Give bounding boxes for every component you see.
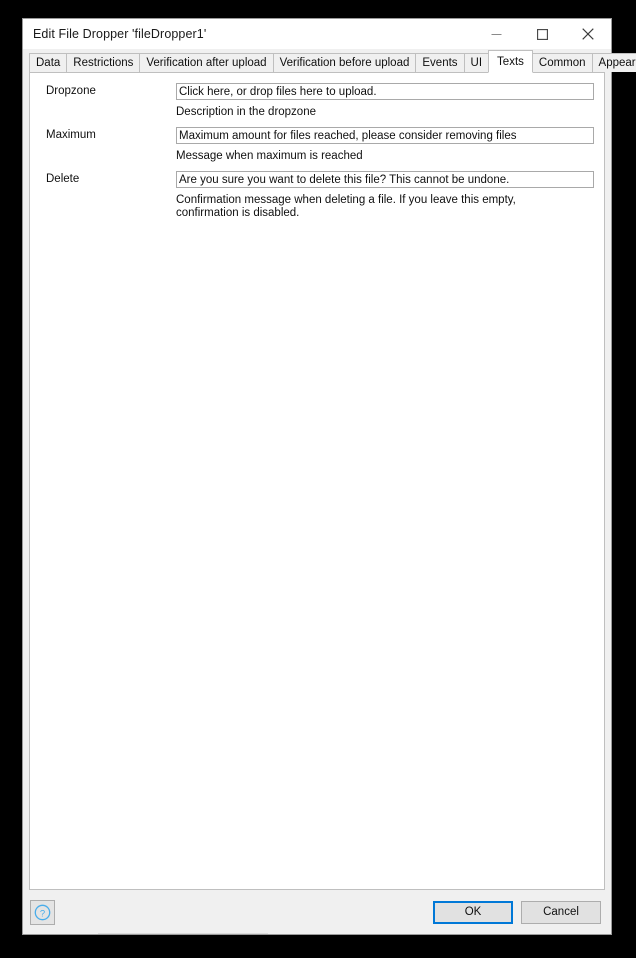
form-row: Maximum Message when maximum is reached: [30, 127, 604, 163]
field-label-delete: Delete: [46, 173, 80, 185]
minimize-icon: [491, 33, 501, 35]
tab-texts[interactable]: Texts: [488, 50, 533, 73]
tab-verification-after-upload[interactable]: Verification after upload: [139, 53, 274, 72]
texts-form: Dropzone Description in the dropzone Maxim…: [30, 73, 604, 220]
field-group: Description in the dropzone: [176, 83, 604, 119]
dialog-footer: ? OK Cancel: [23, 890, 611, 934]
tab-appearance[interactable]: Appearance: [591, 53, 636, 72]
delete-text-input[interactable]: [176, 171, 594, 188]
edit-file-dropper-window: Edit File Dropper 'fileDropper1' Data Re…: [22, 18, 636, 935]
maximize-button[interactable]: [519, 19, 565, 49]
footer-buttons: OK Cancel: [433, 900, 601, 924]
cancel-button[interactable]: Cancel: [521, 900, 601, 924]
form-row: Dropzone Description in the dropzone: [30, 83, 604, 119]
tab-data[interactable]: Data: [29, 53, 68, 72]
field-hint: Message when maximum is reached: [176, 150, 363, 162]
title-bar[interactable]: Edit File Dropper 'fileDropper1': [23, 19, 611, 49]
window-controls: [473, 19, 611, 49]
tab-verification-before-upload[interactable]: Verification before upload: [272, 53, 417, 72]
field-label-maximum: Maximum: [46, 129, 96, 141]
tab-common[interactable]: Common: [531, 53, 593, 72]
dropzone-text-input[interactable]: [176, 83, 594, 100]
field-hint: Confirmation message when deleting a fil…: [176, 194, 516, 219]
form-row: Delete Confirmation message when deleting…: [30, 171, 604, 220]
tab-restrictions[interactable]: Restrictions: [66, 53, 141, 72]
tab-strip: Data Restrictions Verification after uploa…: [23, 49, 636, 73]
tab-ui[interactable]: UI: [463, 53, 490, 72]
ok-button[interactable]: OK: [433, 900, 513, 924]
minimize-button[interactable]: [473, 19, 519, 49]
maximize-icon: [536, 28, 548, 40]
tab-panel-texts: Dropzone Description in the dropzone Maxim…: [29, 72, 605, 890]
svg-text:?: ?: [40, 908, 45, 919]
close-icon: [582, 28, 594, 40]
window-title: Edit File Dropper 'fileDropper1': [33, 27, 207, 41]
field-label-dropzone: Dropzone: [46, 85, 96, 97]
maximum-text-input[interactable]: [176, 127, 594, 144]
footer-edge-artifact: [98, 933, 268, 934]
field-hint: Description in the dropzone: [176, 106, 316, 118]
tab-events[interactable]: Events: [415, 53, 465, 72]
field-group: Message when maximum is reached: [176, 127, 604, 163]
help-button[interactable]: ?: [30, 899, 55, 925]
help-circle-icon: ?: [34, 904, 51, 920]
close-button[interactable]: [565, 19, 611, 49]
tabs-row: Data Restrictions Verification after uploa…: [29, 49, 636, 73]
field-group: Confirmation message when deleting a fil…: [176, 171, 604, 220]
